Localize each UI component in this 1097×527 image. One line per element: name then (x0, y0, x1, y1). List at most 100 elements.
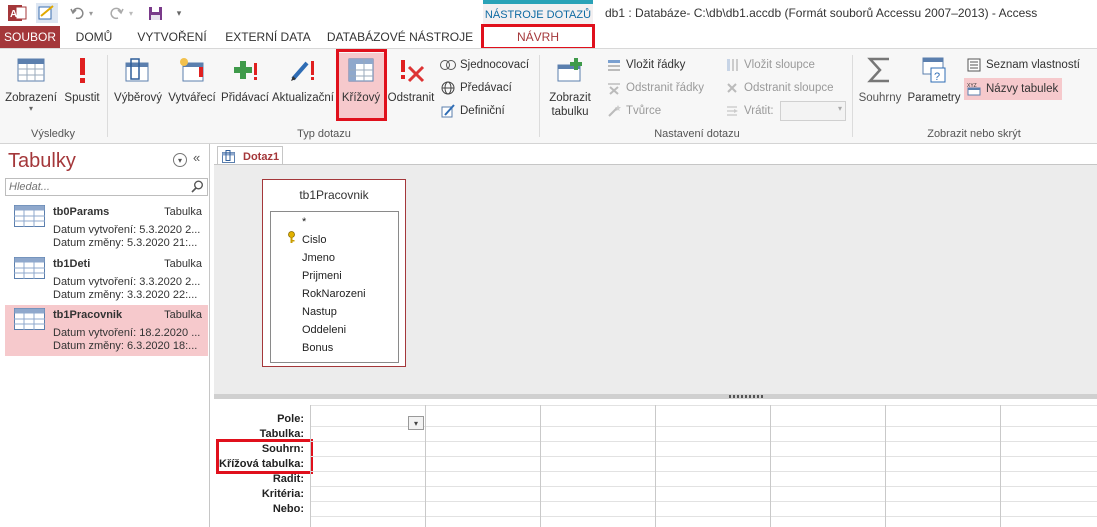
document-tab-dotaz1[interactable]: Dotaz1 (217, 146, 283, 166)
field-item[interactable]: Cislo (302, 234, 326, 246)
totals-button[interactable]: Souhrny (856, 53, 904, 105)
datasheet-view-icon (16, 53, 46, 87)
nav-item-tb1deti[interactable]: tb1Deti Tabulka Datum vytvoření: 3.3.202… (5, 254, 208, 305)
tab-vytvoreni[interactable]: VYTVOŘENÍ (130, 26, 214, 48)
undo-dropdown-icon[interactable]: ▾ (86, 3, 96, 23)
customize-quick-access-icon[interactable]: ▾ (172, 3, 186, 23)
group-separator (852, 55, 853, 137)
view-button[interactable]: Zobrazení ▾ (4, 53, 58, 113)
select-query-button[interactable]: Výběrový (112, 53, 164, 105)
union-circles-icon (440, 57, 456, 73)
crosstab-query-button[interactable]: Křížový (338, 53, 384, 121)
search-icon[interactable] (191, 180, 204, 196)
delete-rows-button[interactable]: Odstranit řádky (606, 78, 704, 98)
delete-rows-label: Odstranit řádky (626, 82, 704, 94)
group-label-query-type: Typ dotazu (297, 128, 351, 140)
builder-button[interactable]: Tvůrce (606, 101, 661, 121)
make-table-query-button[interactable]: Vytvářecí (166, 53, 218, 105)
nav-item-tb0params[interactable]: tb0Params Tabulka Datum vytvoření: 5.3.2… (5, 202, 208, 253)
nav-item-modified: Datum změny: 5.3.2020 21:... (53, 237, 198, 249)
field-item[interactable]: Oddeleni (302, 324, 346, 336)
nav-search-input[interactable] (6, 179, 186, 195)
table-icon (14, 308, 45, 330)
parameters-label: Parametry (907, 92, 961, 104)
tab-soubor[interactable]: SOUBOR (0, 26, 60, 48)
grid-column-divider (885, 405, 886, 527)
return-setting: Vrátit: (724, 101, 774, 121)
append-query-button[interactable]: Přidávací (219, 53, 271, 105)
group-separator (107, 55, 108, 137)
tab-externi-data[interactable]: EXTERNÍ DATA (222, 26, 314, 48)
builder-wand-icon (606, 103, 622, 119)
sigma-icon (865, 53, 895, 87)
nav-pane-title[interactable]: Tabulky (8, 150, 76, 173)
field-cell[interactable]: ▾ (311, 406, 425, 430)
collapse-pane-icon[interactable]: « (193, 150, 200, 165)
grid-row-label-tabulka: Tabulka: (259, 428, 304, 440)
show-table-label: Zobrazit tabulku (549, 91, 591, 119)
nav-item-tb1pracovnik[interactable]: tb1Pracovnik Tabulka Datum vytvoření: 18… (5, 305, 208, 356)
design-grid: Pole: Tabulka: Souhrn: Křížová tabulka: … (214, 399, 1097, 527)
tab-navrh[interactable]: NÁVRH (483, 26, 593, 48)
return-value-combobox[interactable]: ▾ (780, 101, 846, 121)
union-query-button[interactable]: Sjednocovací (440, 55, 529, 75)
grid-column-divider (540, 405, 541, 527)
tab-databazove-nastroje[interactable]: DATABÁZOVÉ NÁSTROJE (326, 26, 474, 48)
grid-column-divider (425, 405, 426, 527)
field-list-title: tb1Pracovnik (299, 188, 369, 202)
access-logo-icon[interactable]: A (6, 3, 28, 23)
field-item[interactable]: RokNarozeni (302, 288, 366, 300)
document-tab-label: Dotaz1 (243, 150, 280, 163)
context-tab-query-tools: NÁSTROJE DOTAZŮ (483, 0, 593, 26)
delete-columns-button[interactable]: Odstranit sloupce (724, 78, 834, 98)
field-item[interactable]: Nastup (302, 306, 337, 318)
field-list-tb1pracovnik[interactable]: tb1Pracovnik * Cislo Jmeno Prijmeni RokN… (262, 179, 406, 367)
show-table-button[interactable]: Zobrazit tabulku (544, 53, 596, 119)
grid-line (310, 501, 1097, 502)
ribbon: Zobrazení ▾ Spustit Výsledky Výběrový Vy… (0, 48, 1097, 144)
field-dropdown-icon[interactable]: ▾ (408, 416, 424, 430)
delete-query-button[interactable]: Odstranit (386, 53, 436, 105)
return-icon (724, 103, 740, 119)
insert-rows-button[interactable]: Vložit řádky (606, 55, 685, 75)
nav-item-name: tb1Pracovnik (53, 309, 123, 321)
pass-through-label: Předávací (460, 82, 512, 94)
table-icon (14, 257, 45, 279)
redo-icon[interactable] (108, 3, 126, 23)
field-item[interactable]: * (302, 216, 306, 228)
data-definition-query-button[interactable]: Definiční (440, 101, 505, 121)
group-label-results: Výsledky (30, 128, 76, 140)
tab-domu[interactable]: DOMŮ (68, 26, 120, 48)
show-table-icon (555, 53, 585, 87)
exclamation-icon (67, 53, 97, 87)
pass-through-query-button[interactable]: Předávací (440, 78, 512, 98)
splitter-grip-icon (729, 395, 765, 398)
field-item[interactable]: Bonus (302, 342, 333, 354)
property-sheet-button[interactable]: Seznam vlastností (966, 55, 1080, 75)
save-icon[interactable] (146, 3, 164, 23)
primary-key-icon (288, 231, 295, 243)
grid-line (310, 456, 1097, 457)
nav-item-modified: Datum změny: 3.3.2020 22:... (53, 289, 198, 301)
run-button[interactable]: Spustit (62, 53, 102, 105)
nav-item-created: Datum vytvoření: 5.3.2020 2... (53, 224, 201, 236)
run-button-label: Spustit (64, 92, 100, 104)
parameters-button[interactable]: ? Parametry (906, 53, 962, 105)
nav-item-created: Datum vytvoření: 18.2.2020 ... (53, 327, 201, 339)
nav-item-name: tb1Deti (53, 258, 91, 270)
nav-item-type: Tabulka (164, 206, 202, 218)
update-query-button[interactable]: Aktualizační (272, 53, 334, 105)
field-item[interactable]: Jmeno (302, 252, 335, 264)
property-sheet-label: Seznam vlastností (986, 59, 1080, 71)
field-item[interactable]: Prijmeni (302, 270, 342, 282)
undo-icon[interactable] (68, 3, 86, 23)
select-query-label: Výběrový (114, 92, 162, 104)
redo-dropdown-icon[interactable]: ▾ (126, 3, 136, 23)
table-names-button[interactable]: XYZ Názvy tabulek (964, 78, 1063, 100)
design-view-icon[interactable] (36, 3, 58, 23)
svg-text:A: A (10, 9, 17, 20)
nav-menu-dropdown-icon[interactable]: ▾ (173, 153, 187, 167)
insert-columns-button[interactable]: Vložit sloupce (724, 55, 815, 75)
delete-rows-icon (606, 80, 622, 96)
delete-columns-icon (724, 80, 740, 96)
